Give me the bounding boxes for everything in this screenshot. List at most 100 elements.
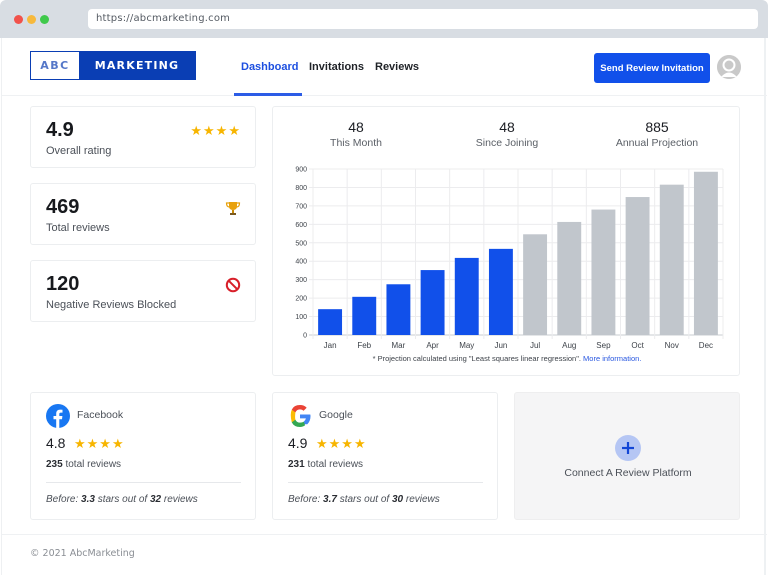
google-before-rating: 3.7 [323, 494, 337, 505]
total-reviews-value: 469 [46, 196, 80, 218]
projection-note: * Projection calculated using "Least squ… [273, 354, 741, 363]
x-tick-label: Jan [324, 341, 337, 350]
before-middle: stars out of [336, 494, 392, 505]
negative-reviews-blocked-card: 120 Negative Reviews Blocked [30, 260, 256, 322]
bar-aug [557, 221, 582, 335]
connect-review-platform-button[interactable]: Connect A Review Platform [514, 392, 740, 520]
send-review-invitation-button[interactable]: Send Review Invitation [594, 53, 710, 83]
bar-jan [318, 309, 343, 335]
nav-invitations[interactable]: Invitations [309, 61, 364, 73]
stars-icon: ★★★★ [316, 436, 367, 451]
negative-reviews-blocked-label: Negative Reviews Blocked [46, 299, 177, 311]
facebook-card: Facebook 4.8 ★★★★ 235 total reviews Befo… [30, 392, 256, 520]
address-bar[interactable]: https://abcmarketing.com [88, 9, 758, 29]
google-before-stats: Before: 3.7 stars out of 30 reviews [288, 494, 440, 505]
divider [46, 482, 241, 483]
google-card: Google 4.9 ★★★★ 231 total reviews Before… [272, 392, 498, 520]
user-avatar-icon[interactable] [717, 55, 741, 79]
overall-rating-card: 4.9 Overall rating ★★★★ [30, 106, 256, 168]
logo-abc: ABC [31, 52, 79, 79]
bar-jun [488, 248, 513, 335]
facebook-before-rating: 3.3 [81, 494, 95, 505]
more-information-link[interactable]: More information. [583, 354, 641, 363]
maximize-window-button[interactable] [40, 15, 49, 24]
divider [288, 482, 483, 483]
blocked-icon [225, 277, 241, 296]
before-middle: stars out of [94, 494, 150, 505]
y-tick-label: 700 [295, 203, 307, 210]
before-prefix: Before: [46, 494, 82, 505]
footer: © 2021 AbcMarketing [2, 534, 767, 575]
bar-may [454, 257, 479, 335]
overall-rating-label: Overall rating [46, 145, 112, 157]
bar-oct [625, 197, 650, 335]
copyright-text: © 2021 AbcMarketing [30, 548, 135, 559]
bar-nov [659, 184, 684, 335]
google-total-reviews: 231 total reviews [288, 459, 363, 470]
facebook-total-count: 235 [46, 459, 63, 470]
y-tick-label: 300 [295, 277, 307, 284]
bar-feb [352, 296, 377, 335]
bar-sep [591, 209, 616, 335]
browser-chrome: https://abcmarketing.com [0, 0, 768, 38]
y-tick-label: 900 [295, 167, 307, 174]
y-tick-label: 200 [295, 296, 307, 303]
logo-marketing: MARKETING [94, 59, 180, 72]
plus-icon[interactable] [615, 435, 641, 461]
bar-mar [386, 284, 411, 335]
x-tick-label: Nov [665, 341, 679, 350]
total-reviews-label: Total reviews [46, 222, 110, 234]
x-tick-label: Jun [494, 341, 507, 350]
nav-reviews[interactable]: Reviews [375, 61, 419, 73]
x-tick-label: Apr [426, 341, 439, 350]
x-tick-label: Mar [392, 341, 406, 350]
reviews-chart-card: 48 This Month 48 Since Joining 885 Annua… [272, 106, 740, 376]
y-tick-label: 400 [295, 259, 307, 266]
active-tab-indicator [234, 93, 302, 96]
facebook-rating: 4.8 [46, 435, 66, 451]
trophy-icon [225, 200, 241, 219]
facebook-before-stats: Before: 3.3 stars out of 32 reviews [46, 494, 198, 505]
total-suffix: total reviews [62, 459, 122, 470]
logo[interactable]: ABC MARKETING [30, 51, 196, 80]
x-tick-label: Dec [699, 341, 713, 350]
total-reviews-card: 469 Total reviews [30, 183, 256, 245]
y-tick-label: 600 [295, 222, 307, 229]
page: ABC MARKETING Dashboard Invitations Revi… [1, 38, 767, 575]
bar-jul [523, 234, 548, 335]
google-before-count: 30 [391, 494, 404, 505]
x-tick-label: Sep [596, 341, 611, 350]
before-prefix: Before: [288, 494, 324, 505]
facebook-before-count: 32 [149, 494, 162, 505]
before-suffix: reviews [161, 494, 198, 505]
total-suffix: total reviews [304, 459, 364, 470]
y-tick-label: 100 [295, 314, 307, 321]
y-tick-label: 0 [303, 333, 307, 340]
bar-chart: 0 100 200 300 400 500 600 700 800 900 Jan Feb Mar Apr… [295, 167, 724, 350]
close-window-button[interactable] [14, 15, 23, 24]
y-tick-label: 500 [295, 240, 307, 247]
top-navigation: ABC MARKETING Dashboard Invitations Revi… [2, 38, 767, 96]
facebook-name: Facebook [77, 409, 124, 421]
stars-icon: ★★★★ [190, 123, 241, 138]
stars-icon: ★★★★ [74, 436, 125, 451]
x-tick-label: Jul [530, 341, 540, 350]
projection-note-text: * Projection calculated using "Least squ… [372, 354, 581, 363]
facebook-total-reviews: 235 total reviews [46, 459, 121, 470]
bar-dec [693, 171, 718, 335]
x-tick-label: Oct [631, 341, 644, 350]
minimize-window-button[interactable] [27, 15, 36, 24]
google-total-count: 231 [288, 459, 305, 470]
overall-rating-value: 4.9 [46, 119, 74, 141]
nav-dashboard[interactable]: Dashboard [241, 61, 298, 73]
negative-reviews-blocked-value: 120 [46, 273, 80, 295]
x-tick-label: Feb [357, 341, 371, 350]
google-icon [288, 404, 312, 428]
y-tick-label: 800 [295, 185, 307, 192]
facebook-icon [46, 404, 70, 428]
x-tick-label: May [459, 341, 474, 350]
before-suffix: reviews [403, 494, 440, 505]
bar-apr [420, 270, 445, 335]
connect-review-platform-label: Connect A Review Platform [564, 467, 692, 479]
x-tick-label: Aug [562, 341, 576, 350]
